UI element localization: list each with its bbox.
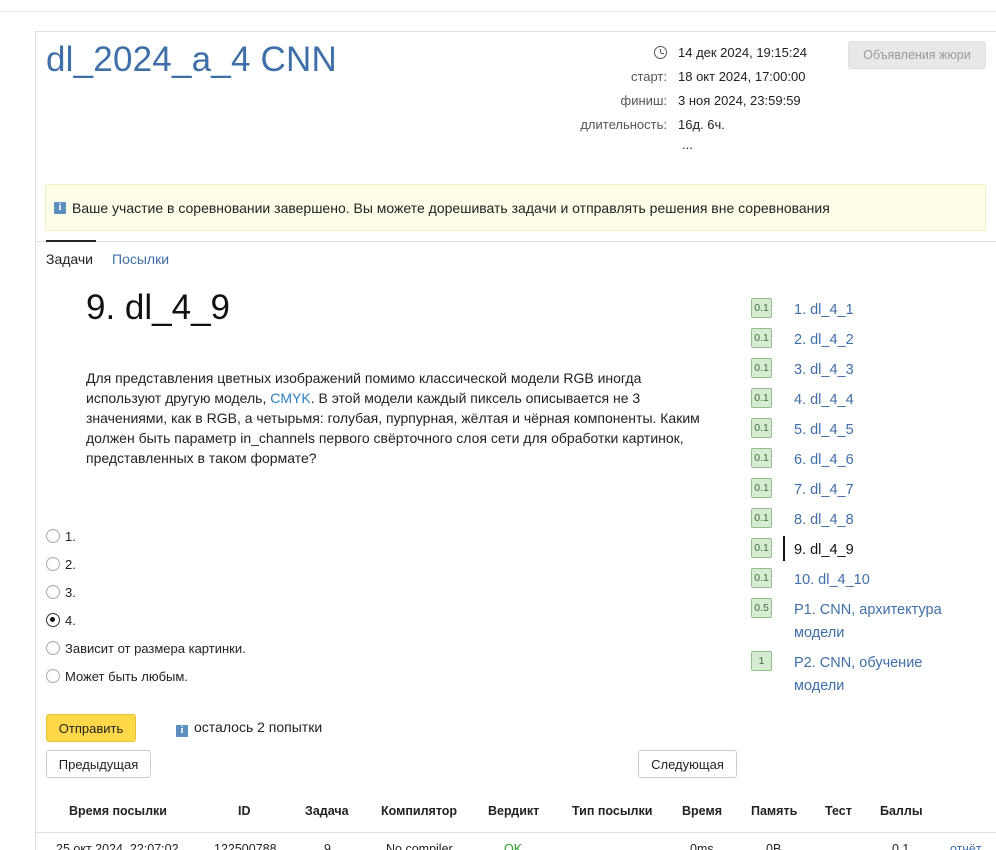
- problem-link[interactable]: 4. dl_4_4: [794, 389, 974, 412]
- tabs-divider: [35, 241, 996, 242]
- tab-problems[interactable]: Задачи: [46, 251, 93, 267]
- problem-title: 9. dl_4_9: [86, 288, 231, 327]
- top-strip: [0, 0, 996, 12]
- table-divider: [35, 832, 996, 833]
- column-header-runtime: Время: [682, 804, 722, 818]
- radio-option-5[interactable]: [46, 641, 60, 655]
- radio-option-6[interactable]: [46, 669, 60, 683]
- duration-label: длительность:: [580, 117, 667, 132]
- more-info[interactable]: ...: [682, 137, 693, 152]
- finish-value: 3 ноя 2024, 23:59:59: [678, 93, 801, 108]
- jury-announcements-button[interactable]: Объявления жюри: [848, 41, 986, 69]
- score-badge: 0.1: [751, 298, 772, 318]
- participation-notice: i Ваше участие в соревновании завершено.…: [45, 184, 986, 231]
- cell-verdict: OK: [504, 842, 523, 850]
- option-label: 3.: [65, 585, 76, 600]
- problem-link[interactable]: 9. dl_4_9: [794, 539, 974, 562]
- cell-score: 0.1: [892, 842, 910, 850]
- score-badge: 0.1: [751, 568, 772, 588]
- score-badge: 1: [751, 651, 772, 671]
- info-icon: i: [176, 725, 188, 737]
- option-label: 2.: [65, 557, 76, 572]
- problem-link[interactable]: P2. CNN, обучение модели: [794, 652, 974, 698]
- column-header-type: Тип посылки: [572, 804, 653, 818]
- duration-value: 16д. 6ч.: [678, 117, 725, 132]
- finish-label: финиш:: [620, 93, 667, 108]
- score-badge: 0.1: [751, 478, 772, 498]
- problem-link[interactable]: 7. dl_4_7: [794, 479, 974, 502]
- column-header-compiler: Компилятор: [381, 804, 458, 818]
- score-badge: 0.1: [751, 358, 772, 378]
- notice-text: Ваше участие в соревновании завершено. В…: [72, 200, 830, 216]
- problem-link[interactable]: 1. dl_4_1: [794, 299, 974, 322]
- radio-option-2[interactable]: [46, 557, 60, 571]
- submit-button[interactable]: Отправить: [46, 714, 136, 742]
- column-header-test: Тест: [825, 804, 852, 818]
- tab-submissions[interactable]: Посылки: [112, 251, 169, 267]
- start-label: старт:: [630, 69, 667, 84]
- column-header-task: Задача: [305, 804, 349, 818]
- cell-memory: 0B: [766, 842, 782, 850]
- option-label: 4.: [65, 613, 76, 628]
- previous-button[interactable]: Предыдущая: [46, 750, 151, 778]
- column-header-verdict: Вердикт: [488, 804, 540, 818]
- report-link[interactable]: отчёт: [950, 842, 982, 850]
- active-tab-indicator: [46, 240, 96, 242]
- radio-option-3[interactable]: [46, 585, 60, 599]
- problem-link[interactable]: 10. dl_4_10: [794, 569, 974, 592]
- problem-link[interactable]: P1. CNN, архитектура модели: [794, 599, 974, 645]
- problem-link[interactable]: 3. dl_4_3: [794, 359, 974, 382]
- clock-icon: [654, 46, 667, 59]
- attempts-info: i осталось 2 попытки: [176, 719, 323, 737]
- option-label: Зависит от размера картинки.: [65, 641, 246, 656]
- score-badge: 0.1: [751, 328, 772, 348]
- cell-task: 9: [324, 842, 331, 850]
- problem-link[interactable]: 2. dl_4_2: [794, 329, 974, 352]
- contest-title: dl_2024_a_4 CNN: [46, 40, 337, 79]
- cell-id: 122500788: [214, 842, 277, 850]
- current-problem-marker: [783, 536, 785, 561]
- info-icon: i: [54, 202, 66, 214]
- cmyk-link[interactable]: CMYK: [270, 390, 310, 406]
- cell-compiler: No compiler: [386, 842, 453, 850]
- score-badge: 0.1: [751, 448, 772, 468]
- cell-runtime: 0ms: [690, 842, 714, 850]
- score-badge: 0.1: [751, 508, 772, 528]
- cell-time: 25 окт 2024, 22:07:02: [56, 842, 179, 850]
- column-header-score: Баллы: [880, 804, 923, 818]
- problem-link[interactable]: 8. dl_4_8: [794, 509, 974, 532]
- current-time: 14 дек 2024, 19:15:24: [678, 45, 807, 60]
- option-label: Может быть любым.: [65, 669, 188, 684]
- score-badge: 0.5: [751, 598, 772, 618]
- problem-link[interactable]: 5. dl_4_5: [794, 419, 974, 442]
- column-header-id: ID: [238, 804, 251, 818]
- radio-option-1[interactable]: [46, 529, 60, 543]
- attempts-text: осталось 2 попытки: [194, 719, 323, 735]
- next-button[interactable]: Следующая: [638, 750, 737, 778]
- score-badge: 0.1: [751, 388, 772, 408]
- option-label: 1.: [65, 529, 76, 544]
- radio-option-4[interactable]: [46, 613, 60, 627]
- column-header-memory: Память: [751, 804, 798, 818]
- problem-link[interactable]: 6. dl_4_6: [794, 449, 974, 472]
- score-badge: 0.1: [751, 418, 772, 438]
- start-value: 18 окт 2024, 17:00:00: [678, 69, 806, 84]
- column-header-time: Время посылки: [69, 804, 167, 818]
- problem-statement: Для представления цветных изображений по…: [86, 368, 706, 468]
- score-badge: 0.1: [751, 538, 772, 558]
